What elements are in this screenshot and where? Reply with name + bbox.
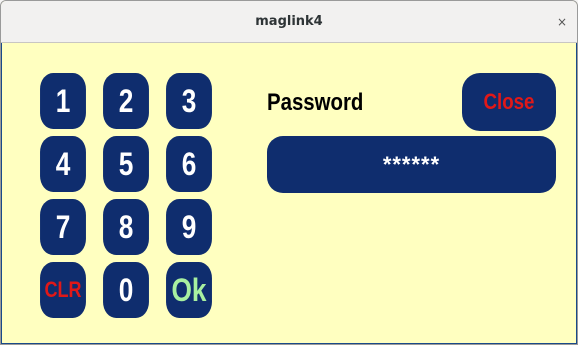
key-3[interactable]: 3: [166, 73, 212, 129]
key-4[interactable]: 4: [40, 136, 86, 192]
client-area: 1 2 3 4 5 6 7 8 9 CLR 0 Ok Password Clos…: [1, 43, 577, 344]
key-6[interactable]: 6: [166, 136, 212, 192]
key-9[interactable]: 9: [166, 199, 212, 255]
key-5-label: 5: [118, 145, 134, 182]
close-button[interactable]: Close: [462, 73, 556, 131]
clear-button-label: CLR: [44, 277, 82, 302]
key-6-label: 6: [181, 145, 197, 182]
app-window: maglink4 × 1 2 3 4 5 6 7 8 9 CLR 0 Ok Pa…: [0, 0, 578, 345]
key-9-label: 9: [181, 208, 197, 245]
key-7-label: 7: [55, 208, 71, 245]
password-label: Password: [267, 89, 364, 116]
key-1[interactable]: 1: [40, 73, 86, 129]
key-1-label: 1: [55, 82, 71, 119]
ok-button-label: Ok: [171, 271, 207, 308]
key-7[interactable]: 7: [40, 199, 86, 255]
key-8-label: 8: [118, 208, 134, 245]
key-2[interactable]: 2: [103, 73, 149, 129]
title-bar[interactable]: maglink4 ×: [1, 1, 577, 43]
key-4-label: 4: [55, 145, 71, 182]
key-5[interactable]: 5: [103, 136, 149, 192]
key-0[interactable]: 0: [103, 262, 149, 318]
key-2-label: 2: [118, 82, 134, 119]
window-close-icon[interactable]: ×: [557, 1, 567, 43]
key-3-label: 3: [181, 82, 197, 119]
window-title: maglink4: [255, 14, 323, 29]
key-0-label: 0: [118, 271, 134, 308]
clear-button[interactable]: CLR: [40, 262, 86, 318]
ok-button[interactable]: Ok: [166, 262, 212, 318]
close-button-label: Close: [483, 89, 535, 114]
key-8[interactable]: 8: [103, 199, 149, 255]
password-field[interactable]: ******: [267, 136, 556, 193]
